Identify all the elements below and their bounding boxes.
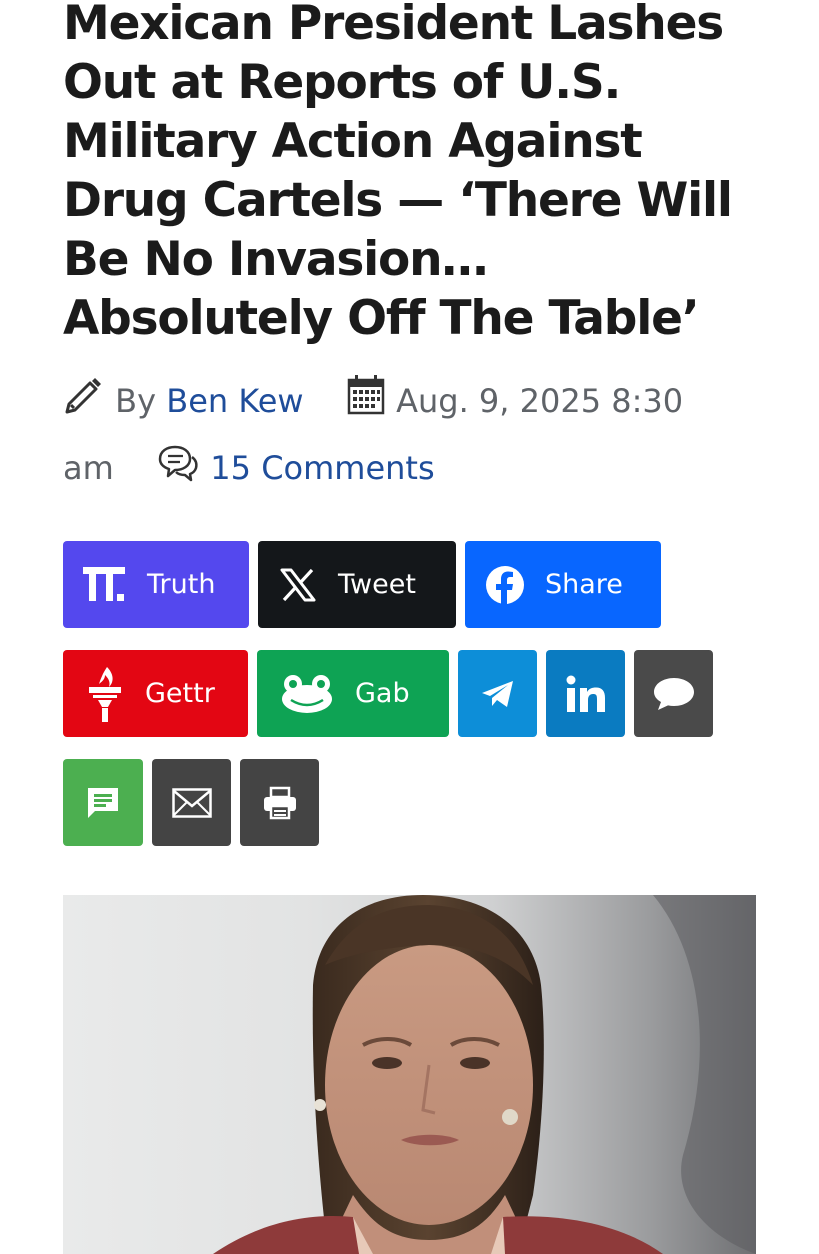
comments-icon — [156, 441, 200, 504]
truth-social-icon — [83, 566, 125, 603]
comments-link[interactable]: 15 Comments — [210, 449, 434, 487]
meta-line-1: By Ben Kew Aug. 9, 2025 8:30 — [63, 370, 763, 437]
share-truth-label: Truth — [147, 569, 216, 600]
share-tweet-label: Tweet — [338, 569, 416, 600]
article-meta: By Ben Kew Aug. 9, 2025 8:30 am 15 Comme… — [63, 370, 763, 504]
facebook-icon — [485, 565, 525, 605]
share-telegram-button[interactable] — [458, 650, 537, 737]
sms-icon — [86, 786, 120, 820]
share-tweet-button[interactable]: Tweet — [258, 541, 456, 628]
share-comment-button[interactable] — [634, 650, 713, 737]
author-link[interactable]: Ben Kew — [166, 382, 303, 420]
print-icon — [262, 786, 298, 820]
share-truth-button[interactable]: Truth — [63, 541, 249, 628]
share-gab-label: Gab — [355, 678, 410, 709]
publish-date: Aug. 9, 2025 8:30 — [396, 382, 684, 420]
x-icon — [280, 568, 316, 602]
linkedin-icon — [566, 675, 606, 713]
share-email-button[interactable] — [152, 759, 231, 846]
share-gab-button[interactable]: Gab — [257, 650, 449, 737]
gettr-icon — [87, 665, 123, 723]
article-featured-image — [63, 895, 756, 1254]
share-gettr-button[interactable]: Gettr — [63, 650, 248, 737]
chat-bubble-icon — [652, 676, 696, 712]
pencil-icon — [63, 374, 105, 437]
by-label: By — [115, 382, 157, 420]
email-icon — [171, 787, 212, 818]
calendar-icon — [346, 374, 386, 437]
share-sms-button[interactable] — [63, 759, 143, 846]
share-linkedin-button[interactable] — [546, 650, 625, 737]
print-button[interactable] — [240, 759, 319, 846]
share-facebook-label: Share — [545, 569, 623, 600]
telegram-icon — [480, 679, 516, 709]
president-portrait — [213, 895, 756, 1254]
share-facebook-button[interactable]: Share — [465, 541, 661, 628]
gab-icon — [281, 674, 333, 714]
share-gettr-label: Gettr — [145, 678, 215, 709]
publish-time-suffix: am — [63, 449, 114, 487]
meta-line-2: am 15 Comments — [63, 437, 763, 504]
article-headline: Mexican President Lashes Out at Reports … — [63, 0, 733, 346]
